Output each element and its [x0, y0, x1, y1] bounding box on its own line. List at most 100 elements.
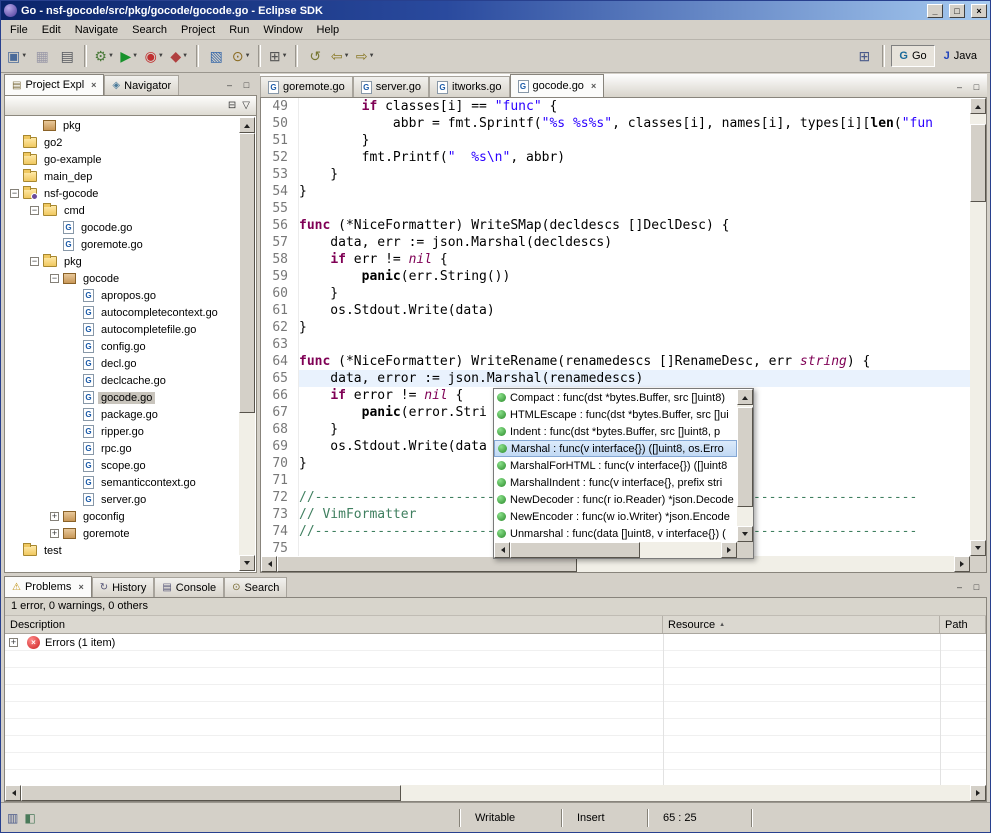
scroll-track[interactable] [970, 114, 986, 540]
tab-history[interactable]: ↻History [92, 577, 155, 597]
autocomplete-item-indent[interactable]: Indent : func(dst *bytes.Buffer, src []u… [494, 423, 737, 440]
dropdown-arrow-icon[interactable]: ▼ [245, 53, 251, 59]
scroll-track[interactable] [737, 405, 753, 526]
scroll-up-button[interactable] [970, 98, 986, 114]
tree-item-config-go[interactable]: Gconfig.go [6, 338, 239, 355]
scroll-left-button[interactable] [5, 785, 21, 801]
dropdown-arrow-icon[interactable]: ▼ [182, 53, 188, 59]
dropdown-arrow-icon[interactable]: ▼ [344, 53, 350, 59]
column-header-description[interactable]: Description [5, 616, 663, 633]
run-button[interactable]: ▶▼ [117, 44, 141, 68]
new-java-element-button[interactable]: ⊞▼ [266, 44, 290, 68]
menu-project[interactable]: Project [174, 21, 222, 39]
scroll-right-button[interactable] [970, 785, 986, 801]
editor-tab-gocode-go[interactable]: Ggocode.go× [510, 74, 605, 97]
tree-item-go-example[interactable]: go-example [6, 151, 239, 168]
expander-minus-icon[interactable]: − [10, 189, 19, 198]
menu-edit[interactable]: Edit [35, 21, 68, 39]
fast-view-icon[interactable]: ▥ [7, 811, 18, 825]
tree-item-goremote[interactable]: +goremote [6, 525, 239, 542]
tree-item-main-dep[interactable]: main_dep [6, 168, 239, 185]
problems-row-errors-1-item[interactable]: +×Errors (1 item) [5, 634, 986, 651]
expander-minus-icon[interactable]: − [30, 206, 39, 215]
last-edit-location-button[interactable]: ↺ [303, 44, 327, 68]
tree-item-goremote-go[interactable]: Ggoremote.go [6, 236, 239, 253]
tree-item-decl-go[interactable]: Gdecl.go [6, 355, 239, 372]
scroll-thumb[interactable] [737, 407, 753, 507]
window-close-button[interactable]: × [971, 4, 987, 18]
collapse-all-button[interactable]: ⊟ [228, 100, 236, 111]
dropdown-arrow-icon[interactable]: ▼ [158, 53, 164, 59]
tree-item-gocode-go[interactable]: Ggocode.go [6, 219, 239, 236]
window-minimize-button[interactable]: _ [927, 4, 943, 18]
tab-problems[interactable]: ⚠Problems× [4, 576, 92, 597]
column-header-path[interactable]: Path [940, 616, 986, 633]
tree-item-cmd[interactable]: −cmd [6, 202, 239, 219]
close-icon[interactable]: × [78, 582, 83, 592]
tree-item-gocode-go[interactable]: Ggocode.go [6, 389, 239, 406]
column-header-resource[interactable]: Resource▲ [663, 616, 940, 633]
dropdown-arrow-icon[interactable]: ▼ [132, 53, 138, 59]
scroll-right-button[interactable] [954, 556, 970, 572]
code-line-54[interactable]: 54} [261, 183, 970, 200]
tree-item-gocode[interactable]: −gocode [6, 270, 239, 287]
perspective-java-button[interactable]: JJava [937, 45, 984, 67]
autocomplete-item-marshal[interactable]: Marshal : func(v interface{}) ([]uint8, … [494, 440, 737, 457]
tree-item-autocompletecontext-go[interactable]: Gautocompletecontext.go [6, 304, 239, 321]
close-icon[interactable]: × [591, 81, 596, 91]
dropdown-arrow-icon[interactable]: ▼ [21, 53, 27, 59]
code-line-60[interactable]: 60 } [261, 285, 970, 302]
tree-item-declcache-go[interactable]: Gdeclcache.go [6, 372, 239, 389]
editor-tab-server-go[interactable]: Gserver.go [353, 76, 429, 97]
tree-item-scope-go[interactable]: Gscope.go [6, 457, 239, 474]
scroll-up-button[interactable] [239, 117, 255, 133]
expander-plus-icon[interactable]: + [50, 529, 59, 538]
go-build-button[interactable]: ▧ [204, 44, 228, 68]
expander-plus-icon[interactable]: + [50, 512, 59, 521]
scroll-left-button[interactable] [261, 556, 277, 572]
scroll-left-button[interactable] [494, 542, 510, 558]
search-button[interactable]: ⊙▼ [229, 44, 253, 68]
menu-window[interactable]: Window [256, 21, 309, 39]
dropdown-arrow-icon[interactable]: ▼ [108, 53, 114, 59]
back-button[interactable]: ⇦▼ [328, 44, 352, 68]
expander-minus-icon[interactable]: − [50, 274, 59, 283]
code-line-50[interactable]: 50 abbr = fmt.Sprintf("%s %s%s", classes… [261, 115, 970, 132]
tab-search[interactable]: ⊙Search [224, 577, 287, 597]
new-wizard-button[interactable]: ▣▼ [5, 44, 29, 68]
maximize-editor-button[interactable]: □ [969, 80, 984, 93]
scroll-thumb[interactable] [239, 133, 255, 413]
code-line-52[interactable]: 52 fmt.Printf(" %s\n", abbr) [261, 149, 970, 166]
tree-item-server-go[interactable]: Gserver.go [6, 491, 239, 508]
tree-item-rpc-go[interactable]: Grpc.go [6, 440, 239, 457]
tree-item-pkg[interactable]: pkg [6, 117, 239, 134]
dropdown-arrow-icon[interactable]: ▼ [282, 53, 288, 59]
menu-search[interactable]: Search [125, 21, 174, 39]
code-line-57[interactable]: 57 data, err := json.Marshal(decldescs) [261, 234, 970, 251]
tree-item-apropos-go[interactable]: Gapropos.go [6, 287, 239, 304]
profile-button[interactable]: ◆▼ [167, 44, 191, 68]
forward-button[interactable]: ⇨▼ [353, 44, 377, 68]
expander-plus-icon[interactable]: + [9, 638, 18, 647]
code-line-51[interactable]: 51 } [261, 132, 970, 149]
scroll-track[interactable] [510, 542, 721, 558]
scroll-down-button[interactable] [737, 526, 753, 542]
show-view-shortcut-icon[interactable]: ◧ [24, 811, 35, 825]
editor-tab-itworks-go[interactable]: Gitworks.go [429, 76, 510, 97]
scroll-thumb[interactable] [970, 124, 986, 202]
editor-tab-goremote-go[interactable]: Ggoremote.go [260, 76, 353, 97]
scroll-down-button[interactable] [239, 555, 255, 571]
scroll-track[interactable] [21, 785, 970, 801]
code-line-56[interactable]: 56func (*NiceFormatter) WriteSMap(declde… [261, 217, 970, 234]
code-line-64[interactable]: 64func (*NiceFormatter) WriteRename(rena… [261, 353, 970, 370]
tab-project-explorer[interactable]: ▤ Project Expl × [4, 74, 104, 95]
menu-navigate[interactable]: Navigate [68, 21, 125, 39]
scroll-thumb[interactable] [510, 542, 640, 558]
dropdown-arrow-icon[interactable]: ▼ [369, 53, 375, 59]
expander-minus-icon[interactable]: − [30, 257, 39, 266]
code-line-65[interactable]: 65 data, error := json.Marshal(renamedes… [261, 370, 970, 387]
maximize-view-button[interactable]: □ [239, 78, 254, 91]
tree-item-semanticcontext-go[interactable]: Gsemanticcontext.go [6, 474, 239, 491]
window-maximize-button[interactable]: □ [949, 4, 965, 18]
open-perspective-button[interactable]: ⊞ [852, 44, 876, 68]
